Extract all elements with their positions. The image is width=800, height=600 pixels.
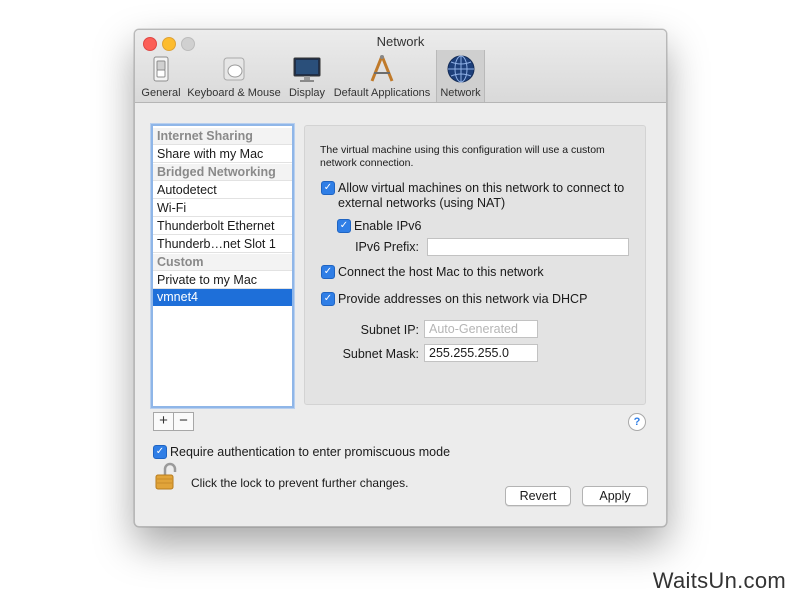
subnet-mask-field[interactable]: 255.255.255.0 [424, 344, 538, 362]
list-header-bridged-networking: Bridged Networking [153, 164, 292, 181]
title-bar: Network General Keyboard & Mouse Display… [135, 30, 666, 103]
mouse-icon [223, 57, 245, 81]
toolbar-label: Network [440, 87, 481, 99]
enable-ipv6-label: Enable IPv6 [354, 219, 422, 233]
toolbar-label: Default Applications [333, 87, 431, 99]
help-button[interactable]: ? [628, 413, 646, 431]
watermark-text: WaitsUn.com [652, 568, 786, 593]
toolbar-default-applications[interactable]: Default Applications [331, 50, 433, 102]
subnet-ip-field[interactable]: Auto-Generated [424, 320, 538, 338]
allow-nat-checkbox[interactable]: ✓ [321, 181, 335, 195]
ipv6-prefix-label: IPv6 Prefix: [355, 240, 419, 254]
list-header-custom: Custom [153, 254, 292, 271]
subnet-mask-label: Subnet Mask: [342, 347, 419, 361]
toolbar-label: Keyboard & Mouse [187, 87, 281, 99]
subnet-ip-label: Subnet IP: [360, 323, 419, 337]
add-network-button[interactable]: + [153, 412, 174, 431]
promiscuous-label: Require authentication to enter promiscu… [170, 445, 451, 459]
remove-network-button[interactable]: − [173, 412, 194, 431]
connect-host-checkbox[interactable]: ✓ [321, 265, 335, 279]
globe-icon [447, 55, 474, 83]
toolbar-keyboard-mouse[interactable]: Keyboard & Mouse [185, 50, 283, 102]
toolbar-label: Display [288, 87, 326, 99]
toolbar-network[interactable]: Network [436, 50, 485, 102]
revert-button[interactable]: Revert [505, 486, 571, 506]
ipv6-prefix-field[interactable] [427, 238, 629, 256]
list-item[interactable]: Thunderb…net Slot 1 [153, 236, 292, 253]
toolbar-label: General [141, 87, 181, 99]
toolbar-general[interactable]: General [139, 50, 183, 102]
list-header-internet-sharing: Internet Sharing [153, 128, 292, 145]
connect-host-label: Connect the host Mac to this network [338, 265, 544, 279]
preferences-window: Network General Keyboard & Mouse Display… [134, 29, 667, 527]
list-item[interactable]: Wi-Fi [153, 200, 292, 217]
panel-description: The virtual machine using this configura… [320, 144, 605, 169]
applications-icon [370, 55, 394, 82]
monitor-icon [293, 57, 321, 82]
window-title: Network [376, 34, 425, 49]
list-item[interactable]: Private to my Mac [153, 272, 292, 289]
toolbar-display[interactable]: Display [286, 50, 328, 102]
lock-message: Click the lock to prevent further change… [191, 476, 409, 490]
dhcp-checkbox[interactable]: ✓ [321, 292, 335, 306]
dhcp-label: Provide addresses on this network via DH… [338, 292, 588, 306]
list-item[interactable]: Share with my Mac [153, 146, 292, 163]
apply-button[interactable]: Apply [582, 486, 648, 506]
network-settings-panel: The virtual machine using this configura… [304, 125, 646, 405]
list-item-selected[interactable]: vmnet4 [153, 289, 292, 306]
list-item[interactable]: Autodetect [153, 182, 292, 199]
allow-nat-label: Allow virtual machines on this network t… [338, 181, 625, 210]
lock-icon[interactable] [155, 461, 177, 491]
enable-ipv6-checkbox[interactable]: ✓ [337, 219, 351, 233]
network-list[interactable]: Internet Sharing Share with my Mac Bridg… [151, 124, 294, 408]
promiscuous-checkbox[interactable]: ✓ [153, 445, 167, 459]
switch-icon [153, 56, 169, 82]
list-item[interactable]: Thunderbolt Ethernet [153, 218, 292, 235]
